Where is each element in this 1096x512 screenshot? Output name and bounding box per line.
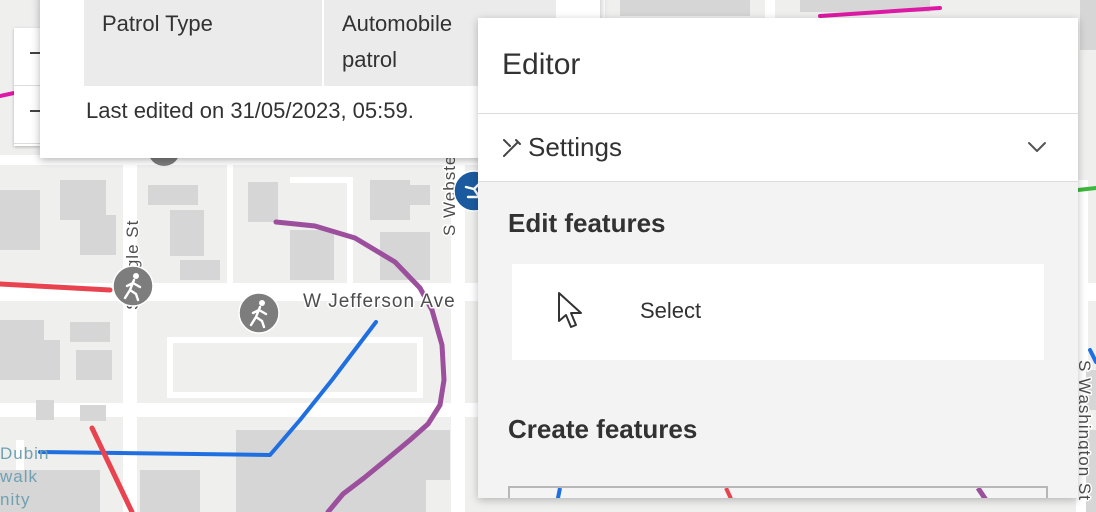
select-label: Select [640,298,702,323]
editor-title: Editor [502,48,581,81]
last-edited-info: Last edited on 31/05/2023, 05:59. [86,98,414,123]
zoom-out-button[interactable] [14,86,40,144]
settings-toggle[interactable]: Settings [478,114,1078,182]
poi-label-line2: walk [0,467,38,486]
editor-panel: Editor Settings Edit features Select Cre… [478,18,1078,498]
edit-features-heading: Edit features [508,208,666,238]
chevron-down-icon [1028,142,1046,152]
editor-header: Editor [478,18,1078,114]
street-label-w-jefferson: W Jefferson Ave [303,291,456,312]
attribute-value-line2: patrol [342,47,398,72]
attribute-value-line1: Automobile [342,11,453,36]
zoom-in-button[interactable] [14,28,40,86]
green-route [1076,186,1096,192]
minus-icon [30,110,40,112]
pedestrian-icon[interactable] [112,265,154,307]
attribute-key: Patrol Type [102,11,213,36]
select-tool-button[interactable]: Select [512,264,1044,360]
zoom-controls [14,28,40,146]
create-features-list[interactable] [508,486,1048,498]
poi-label-line1: Dubin [0,444,49,463]
settings-label: Settings [528,132,622,162]
plus-icon [30,52,40,54]
settings-icon [503,139,521,157]
cursor-arrow-icon [558,292,582,328]
create-features-preview [555,488,988,498]
create-features-heading: Create features [508,414,698,444]
app-root: W Jefferson Ave S Eagle St S Webster S W… [0,0,1096,512]
poi-label-line3: nity [0,490,30,509]
pedestrian-icon[interactable] [238,292,280,334]
attribute-key-cell: Patrol Type [84,0,322,86]
